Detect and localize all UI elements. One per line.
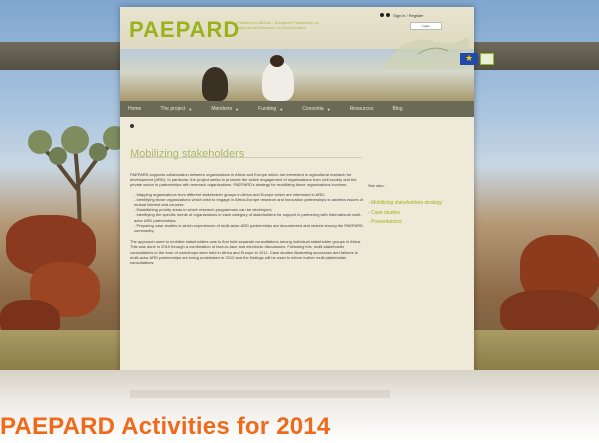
- sidebar-link-strategy[interactable]: - Mobilizing stakeholders strategy: [368, 200, 458, 207]
- divider: [130, 157, 362, 158]
- page-title: Mobilizing stakeholders: [130, 148, 245, 161]
- intro-paragraph: PAEPARD supports collaboration between o…: [130, 172, 357, 188]
- chevron-down-icon: ▼: [326, 106, 331, 112]
- login-area: Sign in / Register Login: [380, 13, 462, 30]
- site-tagline: Platform for African - European Partners…: [237, 20, 320, 30]
- user-icon: [380, 13, 384, 17]
- nav-item-resources[interactable]: Resources: [342, 106, 385, 112]
- nav-label: Consortia: [302, 106, 324, 112]
- list-item: - Identifying those organizations which …: [134, 196, 364, 208]
- nav-item-members[interactable]: Members ▼: [203, 106, 250, 112]
- nav-item-blog[interactable]: Blog: [384, 106, 413, 112]
- nav-label: Funding: [258, 106, 277, 112]
- nav-item-funding[interactable]: Funding ▼: [250, 106, 294, 112]
- main-content: Mobilizing stakeholders PAEPARD supports…: [120, 117, 474, 373]
- lock-icon: [386, 13, 390, 17]
- see-also-sidebar: See also : - Mobilizing stakeholders str…: [368, 183, 458, 229]
- sidebar-link-presentations[interactable]: - Presentations: [368, 219, 458, 226]
- person-figure: [202, 67, 228, 101]
- website-page: PAEPARD Platform for African - European …: [120, 7, 494, 373]
- chevron-down-icon: ▼: [235, 106, 240, 112]
- nav-label: The project: [160, 106, 186, 112]
- nav-item-the-project[interactable]: The project ▼: [152, 106, 203, 112]
- chevron-down-icon: ▼: [279, 106, 284, 112]
- main-navigation: Home The project ▼ Members ▼ Funding ▼ Cons…: [120, 101, 474, 117]
- eu-flag-icon: [460, 53, 478, 65]
- nav-label: Resources: [349, 106, 374, 112]
- login-link[interactable]: Sign in / Register: [393, 13, 423, 18]
- person-head: [270, 55, 284, 67]
- nav-item-consortia[interactable]: Consortia ▼: [294, 106, 341, 112]
- chevron-down-icon: ▼: [188, 106, 193, 112]
- sidebar-link-case-studies[interactable]: - Case studies: [368, 210, 458, 217]
- bullet-icon: [130, 124, 134, 128]
- reflection-text-bar: [130, 390, 390, 398]
- nav-label: Blog: [392, 106, 403, 112]
- sidebar-links: - Mobilizing stakeholders strategy - Cas…: [368, 200, 458, 226]
- nav-label: Members: [211, 106, 233, 112]
- site-logo[interactable]: PAEPARD: [129, 17, 240, 43]
- list-item: - Preparing case studies in which experi…: [134, 222, 363, 234]
- partner-logo-icon: [480, 53, 494, 65]
- sidebar-heading: See also :: [368, 183, 386, 188]
- closing-paragraph: The approach used to mobilize stakeholde…: [130, 239, 362, 266]
- activities-title: PAEPARD Activities for 2014: [0, 413, 331, 440]
- nav-label: Home: [128, 106, 142, 112]
- person-figure: [262, 61, 294, 101]
- nav-item-home[interactable]: Home: [120, 106, 152, 112]
- list-item: - Identifying the specific needs of orga…: [134, 212, 362, 223]
- article-body: PAEPARD supports collaboration between o…: [130, 172, 368, 269]
